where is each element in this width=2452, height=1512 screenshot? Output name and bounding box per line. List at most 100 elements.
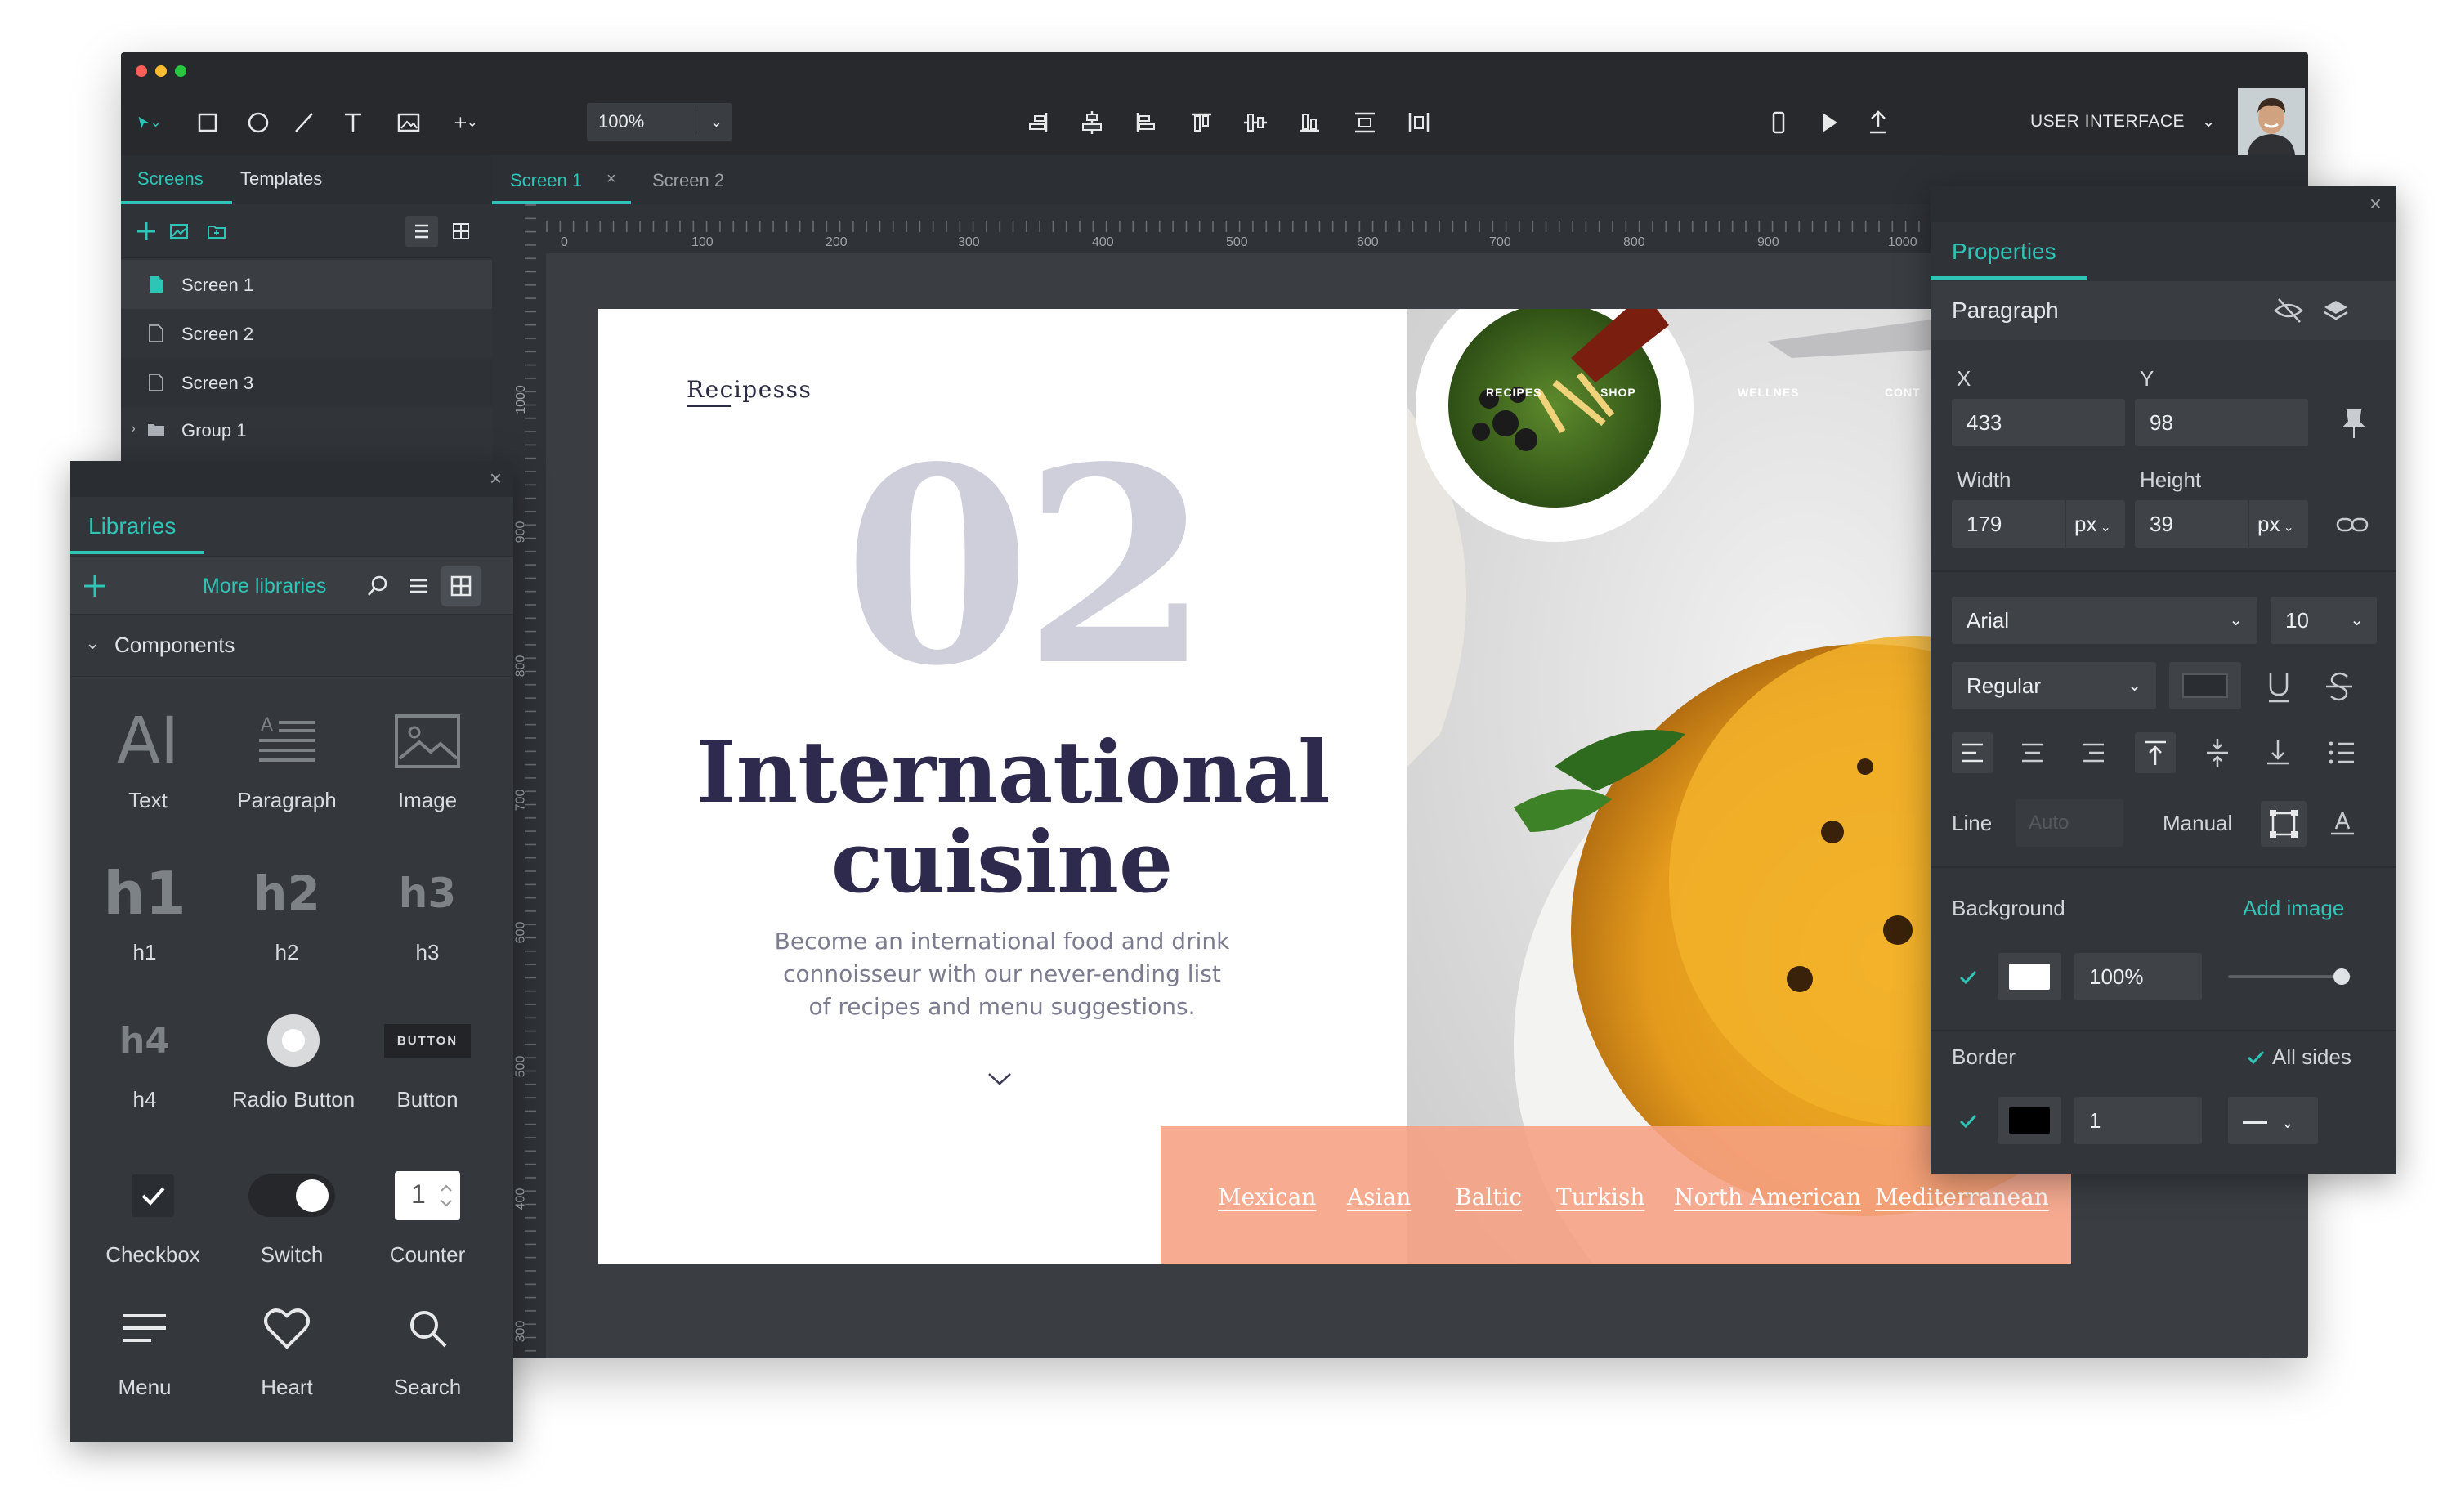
screen-item-1[interactable]: Screen 1 bbox=[121, 260, 492, 309]
font-size-select[interactable]: 10 ⌄ bbox=[2271, 597, 2377, 644]
component-radio-button[interactable]: Radio Button bbox=[217, 1005, 369, 1112]
x-input[interactable]: 433 bbox=[1952, 399, 2125, 446]
component-image[interactable]: Image bbox=[358, 706, 497, 813]
components-section-header[interactable]: ⌄ Components bbox=[70, 615, 513, 677]
align-text-right-icon[interactable] bbox=[2073, 732, 2114, 773]
border-style-select[interactable]: ⌄ bbox=[2228, 1097, 2318, 1144]
category-link-asian[interactable]: Asian bbox=[1347, 1183, 1411, 1210]
border-enabled-checkbox[interactable] bbox=[1957, 1110, 1980, 1133]
component-paragraph[interactable]: A Paragraph bbox=[217, 706, 356, 813]
auto-size-icon[interactable] bbox=[2323, 804, 2362, 843]
font-family-select[interactable]: Arial ⌄ bbox=[1952, 597, 2257, 644]
component-h1[interactable]: h1 h1 bbox=[75, 858, 214, 965]
distribute-horizontal-icon[interactable] bbox=[1404, 108, 1434, 137]
border-width-input[interactable]: 1 bbox=[2074, 1097, 2202, 1144]
align-middle-icon[interactable] bbox=[1241, 108, 1270, 137]
bullet-list-icon[interactable] bbox=[2321, 732, 2362, 773]
more-libraries-link[interactable]: More libraries bbox=[203, 575, 326, 598]
strikethrough-icon[interactable] bbox=[2321, 669, 2357, 705]
background-opacity-input[interactable]: 100% bbox=[2074, 953, 2202, 1000]
component-checkbox[interactable]: Checkbox bbox=[83, 1161, 222, 1268]
tab-screens[interactable]: Screens bbox=[137, 168, 204, 190]
background-enabled-checkbox[interactable] bbox=[1957, 966, 1980, 989]
list-view-icon[interactable] bbox=[405, 573, 432, 599]
add-image-link[interactable]: Add image bbox=[2243, 896, 2344, 921]
grid-view-icon[interactable] bbox=[441, 566, 481, 606]
workspace-dropdown[interactable]: USER INTERFACE ⌄ bbox=[2030, 111, 2216, 132]
valign-middle-icon[interactable] bbox=[2197, 732, 2238, 773]
add-image-screen-icon[interactable] bbox=[168, 221, 190, 242]
component-counter[interactable]: 1 Counter bbox=[358, 1161, 497, 1268]
add-library-icon[interactable] bbox=[82, 573, 108, 599]
nav-link-wellnes[interactable]: WELLNES bbox=[1738, 386, 1799, 399]
opacity-slider[interactable] bbox=[2228, 968, 2351, 986]
width-input[interactable]: 179 px ⌄ bbox=[1952, 500, 2125, 548]
tab-screen-2[interactable]: Screen 2 bbox=[652, 170, 724, 191]
layers-icon[interactable] bbox=[2320, 296, 2352, 325]
component-search[interactable]: Search bbox=[358, 1293, 497, 1400]
tab-screen-1[interactable]: Screen 1 bbox=[510, 170, 582, 191]
libraries-title[interactable]: Libraries bbox=[88, 513, 176, 539]
font-weight-select[interactable]: Regular ⌄ bbox=[1952, 662, 2156, 709]
background-color-picker[interactable] bbox=[1998, 953, 2061, 1000]
category-link-baltic[interactable]: Baltic bbox=[1455, 1183, 1522, 1210]
valign-top-icon[interactable] bbox=[2135, 732, 2176, 773]
image-tool-icon[interactable] bbox=[394, 108, 423, 137]
share-upload-icon[interactable] bbox=[1864, 108, 1893, 137]
play-icon[interactable] bbox=[1814, 108, 1844, 137]
minimize-window-button[interactable] bbox=[155, 65, 167, 77]
group-item-1[interactable]: › Group 1 bbox=[121, 405, 492, 454]
zoom-select[interactable]: 100% ⌄ bbox=[587, 103, 732, 141]
category-link-mediterranean[interactable]: Mediterranean bbox=[1875, 1183, 2049, 1210]
maximize-window-button[interactable] bbox=[175, 65, 186, 77]
close-window-button[interactable] bbox=[136, 65, 147, 77]
component-text[interactable]: AI Text bbox=[78, 705, 217, 813]
screen-item-2[interactable]: Screen 2 bbox=[121, 309, 492, 358]
properties-title[interactable]: Properties bbox=[1952, 239, 2056, 265]
close-tab-icon[interactable]: × bbox=[606, 170, 616, 189]
manual-size-icon[interactable] bbox=[2261, 801, 2307, 847]
all-sides-checkbox[interactable] bbox=[2244, 1046, 2267, 1069]
list-view-icon[interactable] bbox=[405, 216, 438, 247]
underline-icon[interactable] bbox=[2261, 669, 2297, 705]
add-tool-icon[interactable] bbox=[451, 108, 500, 137]
category-link-north-american[interactable]: North American bbox=[1674, 1183, 1861, 1210]
add-screen-icon[interactable] bbox=[134, 219, 159, 244]
component-menu[interactable]: Menu bbox=[75, 1293, 214, 1400]
select-tool-icon[interactable] bbox=[136, 108, 185, 137]
grid-view-icon[interactable] bbox=[445, 216, 477, 247]
category-link-turkish[interactable]: Turkish bbox=[1556, 1183, 1644, 1210]
component-heart[interactable]: Heart bbox=[217, 1293, 356, 1400]
nav-link-recipes[interactable]: RECIPES bbox=[1486, 386, 1541, 399]
add-folder-icon[interactable] bbox=[206, 221, 227, 242]
user-avatar[interactable] bbox=[2238, 88, 2305, 155]
valign-bottom-icon[interactable] bbox=[2257, 732, 2298, 773]
ellipse-tool-icon[interactable] bbox=[244, 108, 273, 137]
visibility-hidden-icon[interactable] bbox=[2272, 296, 2305, 325]
category-link-mexican[interactable]: Mexican bbox=[1218, 1183, 1316, 1210]
line-tool-icon[interactable] bbox=[289, 108, 319, 137]
align-text-center-icon[interactable] bbox=[2012, 732, 2053, 773]
text-tool-icon[interactable] bbox=[338, 108, 368, 137]
align-bottom-icon[interactable] bbox=[1295, 108, 1324, 137]
rectangle-tool-icon[interactable] bbox=[193, 108, 222, 137]
nav-link-contact[interactable]: CONT bbox=[1885, 386, 1921, 399]
component-h2[interactable]: h2 h2 bbox=[217, 858, 356, 965]
component-switch[interactable]: Switch bbox=[222, 1161, 361, 1268]
align-center-horizontal-icon[interactable] bbox=[1077, 108, 1107, 137]
text-color-picker[interactable] bbox=[2169, 662, 2241, 709]
line-height-input[interactable]: Auto bbox=[2016, 799, 2123, 847]
component-button[interactable]: BUTTON Button bbox=[358, 1005, 497, 1112]
height-input[interactable]: 39 px ⌄ bbox=[2135, 500, 2308, 548]
component-h3[interactable]: h3 h3 bbox=[358, 858, 497, 965]
screen-item-3[interactable]: Screen 3 bbox=[121, 358, 492, 407]
align-right-icon[interactable] bbox=[1023, 108, 1053, 137]
pin-icon[interactable] bbox=[2339, 407, 2369, 440]
close-icon[interactable]: × bbox=[2369, 191, 2382, 217]
height-unit-select[interactable]: px ⌄ bbox=[2248, 500, 2308, 548]
width-unit-select[interactable]: px ⌄ bbox=[2065, 500, 2125, 548]
nav-link-shop[interactable]: SHOP bbox=[1600, 386, 1636, 399]
align-top-icon[interactable] bbox=[1187, 108, 1216, 137]
distribute-vertical-icon[interactable] bbox=[1350, 108, 1380, 137]
close-icon[interactable]: × bbox=[490, 466, 502, 491]
